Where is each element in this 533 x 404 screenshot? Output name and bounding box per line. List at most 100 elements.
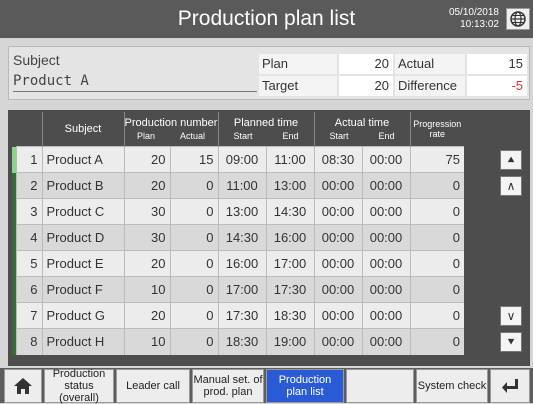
actual-end-cell: 00:00 [361, 250, 410, 277]
row-number: 7 [15, 302, 42, 329]
progression-cell: 0 [409, 250, 464, 277]
table-row[interactable]: 2 Product B 20 0 11:00 13:00 00:00 00:00 0 [12, 172, 464, 199]
production-number-header: Production number Plan Actual [123, 112, 218, 147]
actual-start-cell: 00:00 [313, 250, 362, 277]
plan-cell: 20 [123, 302, 170, 329]
plan-cell: 10 [123, 276, 170, 303]
actual-cell: 0 [169, 250, 218, 277]
target-label: Target [259, 76, 337, 96]
subject-cell: Product D [41, 224, 124, 251]
plan-cell: 10 [123, 328, 170, 355]
actual-time-title: Actual time [334, 117, 390, 129]
progression-cell: 0 [409, 198, 464, 225]
table-row[interactable]: 8 Product H 10 0 18:30 19:00 00:00 00:00 0 [12, 328, 464, 355]
subject-value: Product A [13, 73, 89, 89]
row-number: 5 [15, 250, 42, 277]
table-row[interactable]: 4 Product D 30 0 14:30 16:00 00:00 00:00 0 [12, 224, 464, 251]
plan-cell: 20 [123, 250, 170, 277]
actual-start-subheader: Start [329, 131, 349, 141]
subject-info-panel: Subject Product A Plan 20 Actual 15 Targ… [8, 46, 530, 100]
subject-cell: Product E [41, 250, 124, 277]
planned-time-title: Planned time [233, 117, 299, 129]
planned-start-cell: 14:30 [217, 224, 266, 251]
planned-time-header: Planned time Start End [217, 112, 314, 147]
date-text: 05/10/2018 [448, 7, 499, 18]
planned-end-cell: 17:00 [265, 250, 314, 277]
subject-cell: Product F [41, 276, 124, 303]
manual-set-button[interactable]: Manual set. of prod. plan [192, 369, 264, 403]
actual-cell: 0 [169, 224, 218, 251]
plan-cell: 20 [123, 172, 170, 199]
system-check-button[interactable]: System check [416, 369, 488, 403]
time-text: 10:13:02 [460, 19, 499, 30]
actual-start-cell: 00:00 [313, 328, 362, 355]
actual-end-cell: 00:00 [361, 302, 410, 329]
actual-start-cell: 00:00 [313, 172, 362, 199]
production-number-title: Production number [124, 117, 218, 129]
plan-value: 20 [339, 54, 393, 74]
progression-cell: 75 [409, 146, 464, 173]
planned-start-cell: 17:30 [217, 302, 266, 329]
return-button[interactable] [490, 369, 530, 403]
actual-cell: 0 [169, 276, 218, 303]
difference-value: -5 [467, 76, 527, 96]
actual-cell: 0 [169, 328, 218, 355]
globe-icon[interactable] [506, 8, 530, 30]
double-chevron-down-icon: ⯆ [506, 335, 516, 349]
progression-header: Progression rate [409, 112, 464, 147]
table-row[interactable]: 1 Product A 20 15 09:00 11:00 08:30 00:00 75 [12, 146, 464, 173]
progression-cell: 0 [409, 328, 464, 355]
scroll-up-button[interactable]: ∧ [500, 176, 522, 196]
subject-cell: Product C [41, 198, 124, 225]
subject-cell: Product A [41, 146, 124, 173]
double-chevron-up-icon: ⯅ [506, 153, 516, 167]
actual-start-cell: 08:30 [313, 146, 362, 173]
planned-end-cell: 11:00 [265, 146, 314, 173]
scroll-top-button[interactable]: ⯅ [500, 150, 522, 170]
progression-cell: 0 [409, 172, 464, 199]
planned-end-cell: 16:00 [265, 224, 314, 251]
actual-end-cell: 00:00 [361, 198, 410, 225]
row-number: 6 [15, 276, 42, 303]
planned-end-cell: 19:00 [265, 328, 314, 355]
target-value: 20 [339, 76, 393, 96]
datetime: 05/10/2018 10:13:02 [449, 7, 499, 31]
production-status-button[interactable]: Production status (overall) [44, 368, 114, 404]
actual-cell: 0 [169, 198, 218, 225]
planned-start-cell: 13:00 [217, 198, 266, 225]
actual-end-cell: 00:00 [361, 328, 410, 355]
plan-cell: 30 [123, 198, 170, 225]
progression-cell: 0 [409, 224, 464, 251]
home-button[interactable] [4, 369, 42, 403]
progression-cell: 0 [409, 276, 464, 303]
row-number: 2 [15, 172, 42, 199]
production-plan-list-button[interactable]: Production plan list [266, 369, 344, 403]
actual-cell: 0 [169, 302, 218, 329]
subject-cell: Product G [41, 302, 124, 329]
scroll-bottom-button[interactable]: ⯆ [500, 332, 522, 352]
leader-call-button[interactable]: Leader call [116, 369, 190, 403]
planned-start-cell: 11:00 [217, 172, 266, 199]
chevron-down-icon: ∨ [506, 309, 516, 323]
planned-start-subheader: Start [233, 131, 253, 141]
actual-end-cell: 00:00 [361, 172, 410, 199]
row-number: 8 [15, 328, 42, 355]
empty-button[interactable] [346, 369, 414, 403]
table-row[interactable]: 3 Product C 30 0 13:00 14:30 00:00 00:00 0 [12, 198, 464, 225]
planned-end-cell: 13:00 [265, 172, 314, 199]
scroll-down-button[interactable]: ∨ [500, 306, 522, 326]
actual-subheader: Actual [179, 131, 205, 141]
planned-end-cell: 17:30 [265, 276, 314, 303]
actual-start-cell: 00:00 [313, 276, 362, 303]
row-number: 1 [15, 146, 42, 173]
table-row[interactable]: 7 Product G 20 0 17:30 18:30 00:00 00:00 0 [12, 302, 464, 329]
plan-subheader: Plan [136, 131, 155, 141]
table-row[interactable]: 5 Product E 20 0 16:00 17:00 00:00 00:00 0 [12, 250, 464, 277]
row-number: 3 [15, 198, 42, 225]
home-icon [14, 378, 32, 394]
planned-start-cell: 16:00 [217, 250, 266, 277]
table-row[interactable]: 6 Product F 10 0 17:00 17:30 00:00 00:00 0 [12, 276, 464, 303]
progression-cell: 0 [409, 302, 464, 329]
subject-label: Subject [13, 52, 60, 68]
actual-start-cell: 00:00 [313, 198, 362, 225]
